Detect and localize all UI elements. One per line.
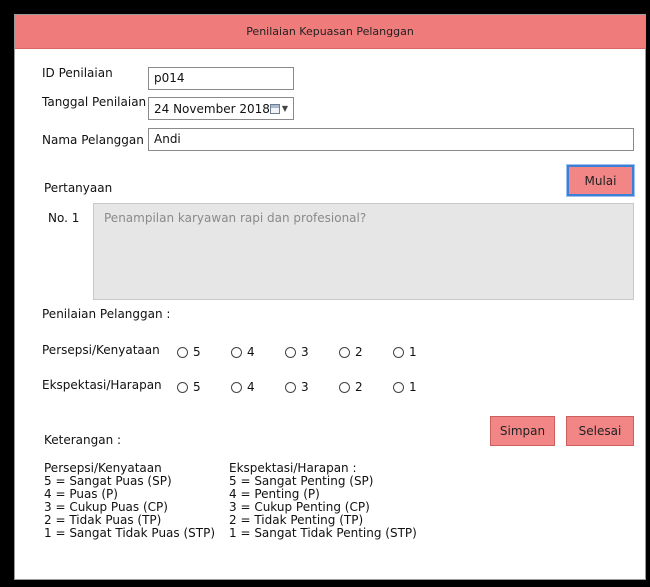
radio-circle-icon <box>231 381 242 393</box>
title-bar: Penilaian Kepuasan Pelanggan <box>15 15 645 49</box>
perception-label: Persepsi/Kenyataan <box>42 343 160 357</box>
perception-radio-1[interactable]: 1 <box>393 345 447 359</box>
question-section-label: Pertanyaan <box>44 181 113 195</box>
rating-heading: Penilaian Pelanggan : <box>42 307 171 321</box>
expectation-radio-4[interactable]: 4 <box>231 380 285 394</box>
perception-radio-3[interactable]: 3 <box>285 345 339 359</box>
radio-circle-icon <box>285 346 296 358</box>
expectation-radio-1[interactable]: 1 <box>393 380 447 394</box>
radio-circle-icon <box>339 381 350 393</box>
finish-button[interactable]: Selesai <box>566 416 634 446</box>
expectation-radio-5[interactable]: 5 <box>177 380 231 394</box>
calendar-dropdown-icon[interactable]: ▼ <box>269 103 289 114</box>
expectation-radio-group: 5 4 3 2 1 <box>177 378 447 396</box>
question-number: No. 1 <box>48 211 80 225</box>
radio-circle-icon <box>285 381 296 393</box>
id-input[interactable]: p014 <box>148 67 294 90</box>
legend-item: 1 = Sangat Tidak Penting (STP) <box>229 526 417 540</box>
app-window: Penilaian Kepuasan Pelanggan ID Penilaia… <box>14 14 646 580</box>
notes-heading: Keterangan : <box>44 433 122 447</box>
chevron-down-icon: ▼ <box>281 104 289 113</box>
expectation-label: Ekspektasi/Harapan <box>42 378 162 392</box>
perception-radio-4[interactable]: 4 <box>231 345 285 359</box>
radio-circle-icon <box>393 381 404 393</box>
expectation-legend: Ekspektasi/Harapan : 5 = Sangat Penting … <box>229 462 417 540</box>
save-button[interactable]: Simpan <box>490 416 555 446</box>
expectation-radio-2[interactable]: 2 <box>339 380 393 394</box>
perception-radio-5[interactable]: 5 <box>177 345 231 359</box>
radio-circle-icon <box>177 381 188 393</box>
radio-circle-icon <box>231 346 242 358</box>
question-text: Penampilan karyawan rapi dan profesional… <box>93 203 634 300</box>
name-label: Nama Pelanggan <box>42 133 144 147</box>
date-label: Tanggal Penilaian <box>42 95 147 109</box>
perception-radio-group: 5 4 3 2 1 <box>177 343 447 361</box>
date-picker[interactable]: 24 November 2018 ▼ <box>148 97 294 120</box>
id-label: ID Penilaian <box>42 66 113 80</box>
calendar-icon <box>269 103 280 114</box>
name-input[interactable]: Andi <box>148 128 634 151</box>
radio-circle-icon <box>177 346 188 358</box>
expectation-radio-3[interactable]: 3 <box>285 380 339 394</box>
window-title: Penilaian Kepuasan Pelanggan <box>246 25 414 38</box>
legend-item: 1 = Sangat Tidak Puas (STP) <box>44 526 216 540</box>
radio-circle-icon <box>339 346 350 358</box>
radio-circle-icon <box>393 346 404 358</box>
start-button[interactable]: Mulai <box>567 165 634 196</box>
perception-radio-2[interactable]: 2 <box>339 345 393 359</box>
date-value: 24 November 2018 <box>154 101 270 116</box>
perception-legend: Persepsi/Kenyataan 5 = Sangat Puas (SP) … <box>44 462 215 540</box>
